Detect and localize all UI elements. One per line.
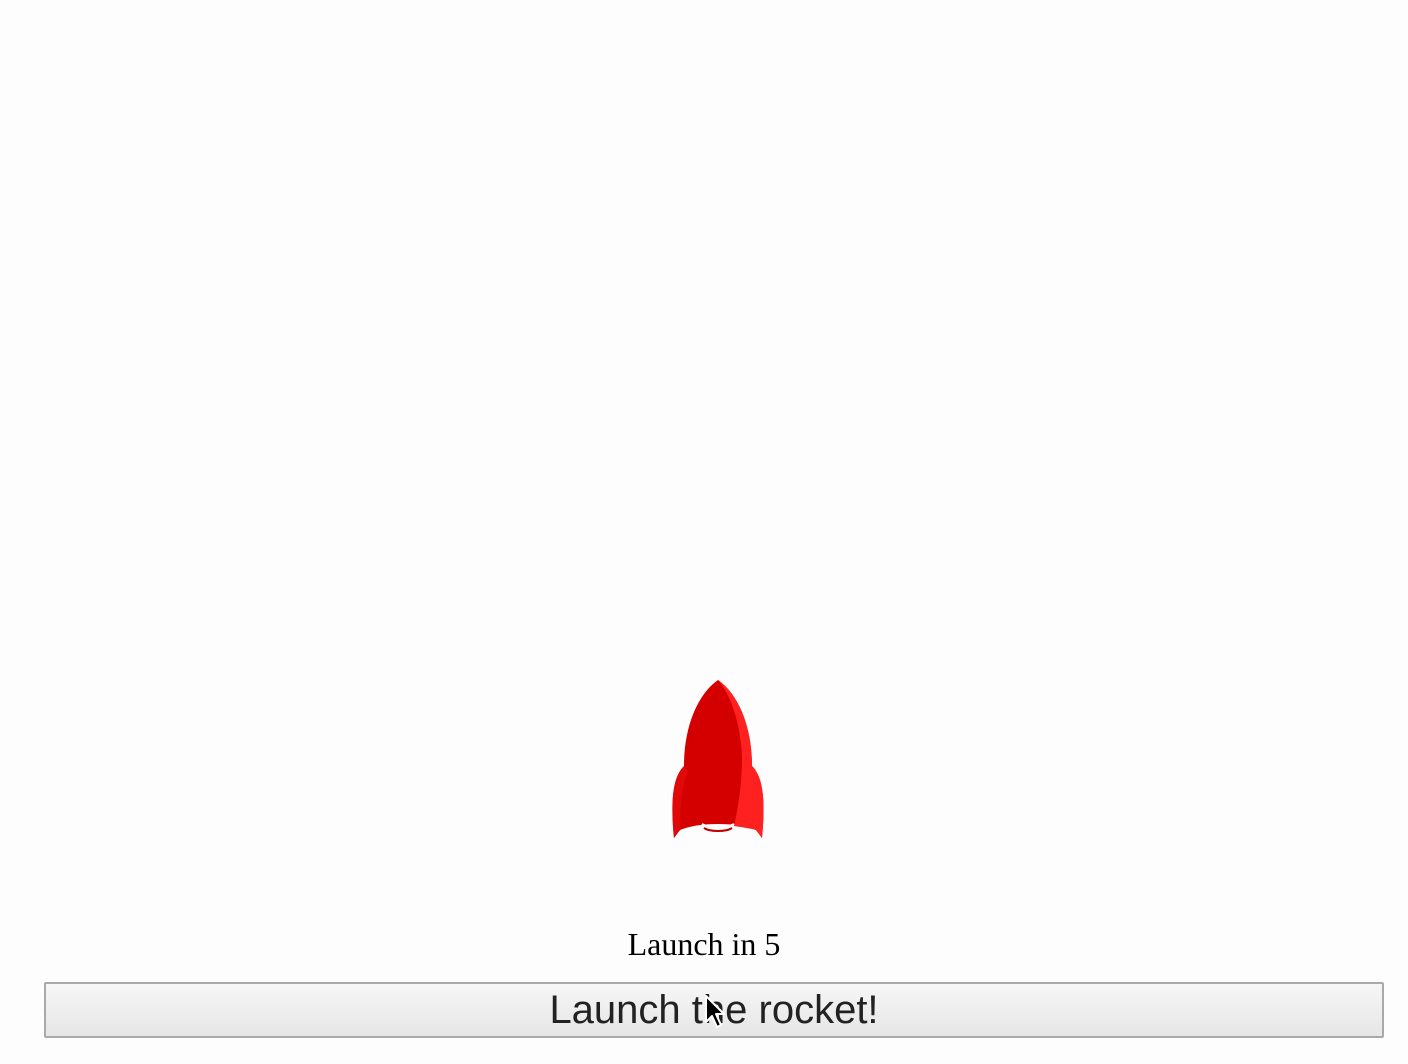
countdown-text: Launch in 5	[627, 926, 781, 962]
launch-rocket-button[interactable]: Launch the rocket!	[44, 982, 1384, 1038]
rocket-icon	[672, 680, 764, 838]
launch-stage: Launch in 5 Launch the rocket!	[0, 0, 1408, 1064]
